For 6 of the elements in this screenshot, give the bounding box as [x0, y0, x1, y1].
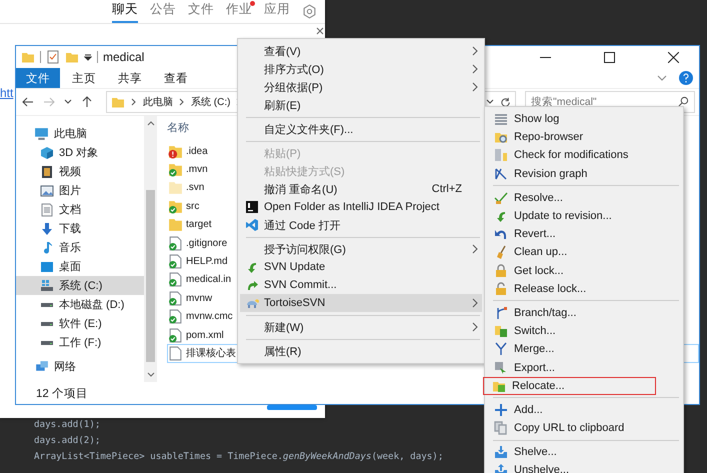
code-line: ArrayList<TimePiece> usableTimes = TimePiece.genByWeekAndDays(week, days); — [34, 450, 444, 464]
code-line: days.add(1); — [34, 418, 100, 432]
status-text: 12 个项目 — [36, 386, 88, 400]
code-line: days.add(2); — [34, 434, 100, 448]
shortcut-text: Ctrl+Z — [432, 183, 462, 195]
window-title: medical — [103, 50, 144, 64]
